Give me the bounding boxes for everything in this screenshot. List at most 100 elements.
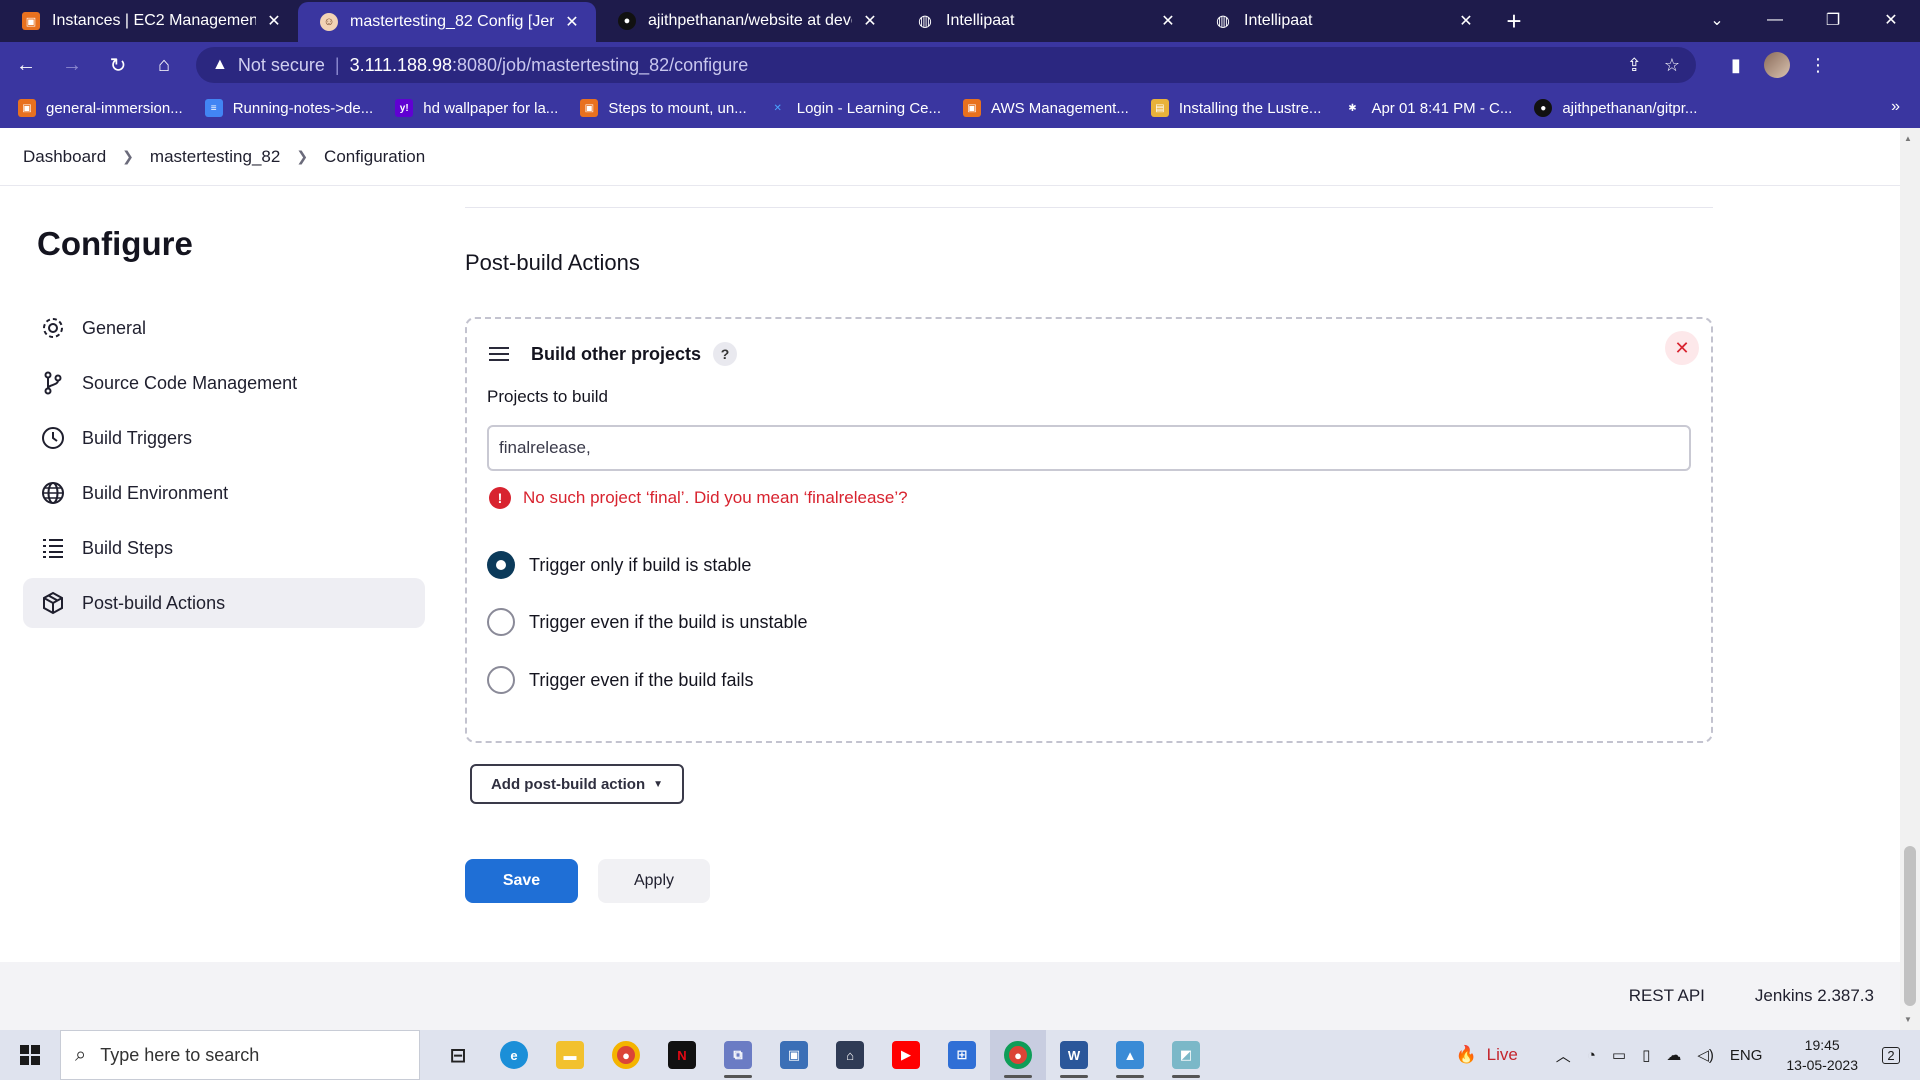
delete-action-button[interactable]: ✕ [1665, 331, 1699, 365]
chevron-up-icon[interactable]: ︿ [1556, 1045, 1571, 1066]
close-window-icon[interactable]: ✕ [1862, 0, 1920, 40]
restore-icon[interactable]: ❐ [1804, 0, 1862, 40]
browser-tab-jenkins[interactable]: ☺ mastertesting_82 Config [Jenkins ✕ [298, 2, 596, 42]
start-button[interactable] [0, 1030, 60, 1080]
radio-button[interactable] [487, 608, 515, 636]
back-icon[interactable]: ← [6, 45, 46, 85]
device-icon[interactable]: ▯ [1642, 1046, 1650, 1064]
tab-title: Intellipaat [1244, 12, 1313, 29]
language-indicator[interactable]: ENG [1730, 1047, 1763, 1064]
close-icon[interactable]: ✕ [562, 12, 582, 32]
wifi-icon[interactable]: ◔ [1587, 1047, 1596, 1064]
task-view-icon[interactable]: ⊟ [430, 1030, 486, 1080]
breadcrumb-job[interactable]: mastertesting_82 [150, 147, 280, 167]
chrome-icon[interactable]: ● [598, 1030, 654, 1080]
photos-icon[interactable]: ▲ [1102, 1030, 1158, 1080]
onedrive-icon[interactable]: ☁ [1666, 1046, 1681, 1064]
add-post-build-action-button[interactable]: Add post-build action ▼ [470, 764, 684, 804]
share-icon[interactable]: ⇪ [1627, 55, 1642, 76]
help-icon[interactable]: ? [713, 342, 738, 366]
clock[interactable]: 19:45 13-05-2023 [1786, 1035, 1858, 1075]
scrollbar-thumb[interactable] [1904, 846, 1916, 1006]
drag-handle-icon[interactable] [489, 343, 509, 365]
projects-to-build-input[interactable] [487, 425, 1691, 471]
bookmark-item[interactable]: y! hd wallpaper for la... [395, 99, 558, 117]
remote-desktop-icon[interactable]: ▣ [766, 1030, 822, 1080]
bookmark-item[interactable]: ✕ Login - Learning Ce... [769, 99, 941, 117]
radio-button-checked[interactable] [487, 551, 515, 579]
radio-label: Trigger even if the build is unstable [529, 611, 808, 632]
forward-icon[interactable]: → [52, 45, 92, 85]
network-app-icon[interactable]: ⧉ [710, 1030, 766, 1080]
github-icon: ● [618, 12, 636, 30]
scroll-up-icon[interactable]: ▲ [1904, 134, 1912, 143]
volume-icon[interactable]: ◁) [1697, 1046, 1714, 1064]
minimize-icon[interactable]: — [1746, 0, 1804, 40]
bookmark-item[interactable]: ▣ general-immersion... [18, 99, 183, 117]
snipping-tool-icon[interactable]: ◩ [1158, 1030, 1214, 1080]
home-icon[interactable]: ⌂ [144, 45, 184, 85]
browser-tab-ec2[interactable]: ▣ Instances | EC2 Management Cor ✕ [0, 0, 298, 42]
search-icon: ⌕ [75, 1043, 87, 1066]
reload-icon[interactable]: ↻ [98, 45, 138, 85]
battery-icon[interactable]: ▭ [1612, 1046, 1626, 1064]
store-icon[interactable]: ⊞ [934, 1030, 990, 1080]
yahoo-icon: y! [395, 99, 414, 117]
radio-trigger-fails[interactable]: Trigger even if the build fails [487, 666, 753, 694]
scroll-down-icon[interactable]: ▼ [1904, 1015, 1912, 1024]
radio-button[interactable] [487, 666, 515, 694]
more-bookmarks-icon[interactable]: » [1891, 98, 1900, 116]
netflix-icon[interactable]: N [654, 1030, 710, 1080]
file-explorer-icon[interactable]: ▬ [542, 1030, 598, 1080]
new-tab-button[interactable]: + [1494, 0, 1534, 42]
close-icon[interactable]: ✕ [264, 11, 284, 31]
app-installer-icon[interactable]: ⌂ [822, 1030, 878, 1080]
jenkins-version-link[interactable]: Jenkins 2.387.3 [1755, 986, 1874, 1006]
tab-title: Instances | EC2 Management Cor [52, 12, 256, 29]
radio-label: Trigger only if build is stable [529, 554, 752, 575]
bookmark-item[interactable]: ▤ Installing the Lustre... [1150, 99, 1321, 117]
radio-trigger-stable[interactable]: Trigger only if build is stable [487, 551, 751, 579]
sidebar-item-build-environment[interactable]: Build Environment [23, 468, 425, 518]
breadcrumb-dashboard[interactable]: Dashboard [23, 147, 106, 167]
save-button[interactable]: Save [465, 859, 578, 903]
browser-tab-intellipaat-1[interactable]: ◍ Intellipaat ✕ [894, 0, 1192, 42]
notification-center-icon[interactable]: 2 [1874, 1040, 1908, 1070]
radio-trigger-unstable[interactable]: Trigger even if the build is unstable [487, 608, 808, 636]
rest-api-link[interactable]: REST API [1629, 986, 1705, 1006]
profile-avatar[interactable] [1764, 52, 1790, 78]
youtube-icon[interactable]: ▶ [878, 1030, 934, 1080]
bookmark-item[interactable]: ▣ Steps to mount, un... [580, 99, 747, 117]
close-icon[interactable]: ✕ [1158, 11, 1178, 31]
globe-icon [40, 480, 66, 506]
star-icon[interactable]: ☆ [1664, 55, 1680, 76]
warning-icon[interactable]: ▲ [212, 56, 228, 74]
side-panel-icon[interactable]: ▮ [1716, 55, 1756, 76]
sidebar-item-source-code-management[interactable]: Source Code Management [23, 358, 425, 408]
page-scrollbar[interactable]: ▲ ▼ [1900, 128, 1920, 1030]
sidebar-item-post-build-actions[interactable]: Post-build Actions [23, 578, 425, 628]
word-icon[interactable]: W [1046, 1030, 1102, 1080]
edge-icon[interactable]: e [486, 1030, 542, 1080]
security-label[interactable]: Not secure [238, 55, 325, 76]
chrome-running-icon[interactable]: ● [990, 1030, 1046, 1080]
sidebar-item-build-steps[interactable]: Build Steps [23, 523, 425, 573]
browser-tab-github[interactable]: ● ajithpethanan/website at develop ✕ [596, 0, 894, 42]
bookmark-item[interactable]: ✱ Apr 01 8:41 PM - C... [1343, 99, 1512, 117]
bookmark-item[interactable]: ▣ AWS Management... [963, 99, 1129, 117]
apply-button[interactable]: Apply [598, 859, 710, 903]
address-bar[interactable]: ▲ Not secure | 3.111.188.98 :8080/job/ma… [196, 47, 1696, 83]
taskbar-search[interactable]: ⌕ Type here to search [60, 1030, 420, 1080]
menu-icon[interactable]: ⋮ [1798, 55, 1838, 76]
live-widget[interactable]: 🔥 Live [1455, 1045, 1517, 1065]
close-icon[interactable]: ✕ [860, 11, 880, 31]
sidebar-item-label: General [82, 317, 147, 338]
tab-search-icon[interactable]: ⌄ [1688, 0, 1746, 40]
sidebar-item-build-triggers[interactable]: Build Triggers [23, 413, 425, 463]
close-icon[interactable]: ✕ [1456, 11, 1476, 31]
bookmark-item[interactable]: ≡ Running-notes->de... [204, 99, 373, 117]
bookmark-item[interactable]: ● ajithpethanan/gitpr... [1534, 99, 1697, 117]
sidebar-item-general[interactable]: General [23, 303, 425, 353]
breadcrumb-configuration[interactable]: Configuration [324, 147, 425, 167]
browser-tab-intellipaat-2[interactable]: ◍ Intellipaat ✕ [1192, 0, 1490, 42]
